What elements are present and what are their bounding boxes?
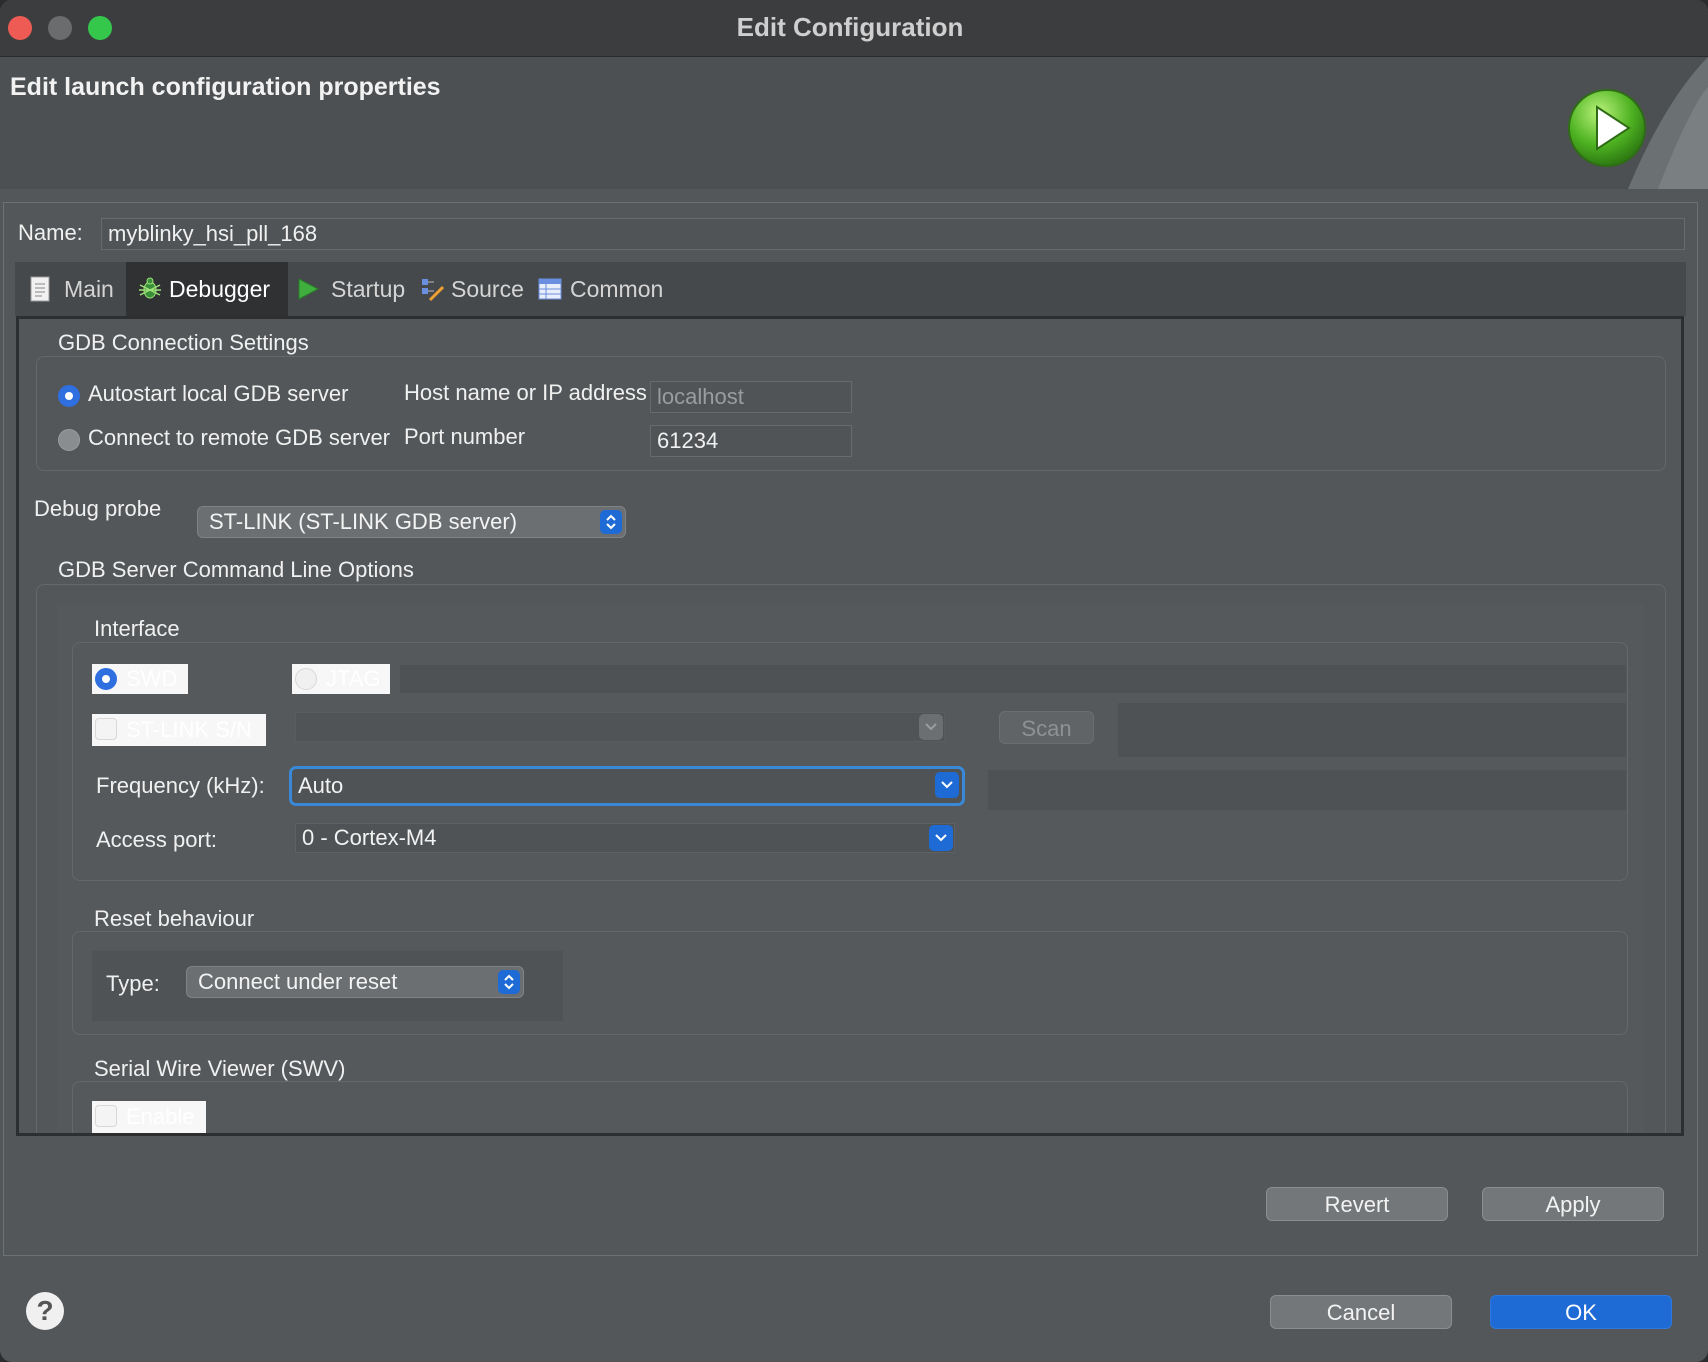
- remote-server-radio[interactable]: [58, 429, 80, 451]
- edit-configuration-window: Edit Configuration Edit launch configura…: [0, 0, 1708, 1362]
- reset-type-value: Connect under reset: [198, 969, 398, 994]
- document-icon: [30, 276, 50, 302]
- chevron-down-icon: [935, 772, 959, 798]
- bug-icon: [139, 277, 161, 299]
- chevron-down-icon: [929, 825, 953, 851]
- scan-button[interactable]: Scan: [999, 711, 1094, 744]
- debug-probe-label: Debug probe: [34, 496, 162, 521]
- stlink-sn-combo[interactable]: [295, 712, 945, 742]
- swd-label: SWD: [126, 666, 178, 691]
- window-title: Edit Configuration: [736, 12, 964, 42]
- access-port-label: Access port:: [96, 827, 218, 852]
- access-port-combo[interactable]: 0 - Cortex-M4: [295, 823, 955, 853]
- autostart-radio[interactable]: [58, 385, 80, 407]
- frequency-value: Auto: [298, 773, 344, 798]
- tab-debugger[interactable]: Debugger: [126, 262, 288, 316]
- host-label: Host name or IP address: [404, 380, 647, 405]
- tab-common[interactable]: Common: [530, 262, 670, 316]
- up-down-arrows-icon: [498, 970, 520, 994]
- reset-title: Reset behaviour: [94, 906, 255, 931]
- stlink-sn-checkbox[interactable]: [95, 718, 117, 740]
- autostart-label[interactable]: Autostart local GDB server: [88, 381, 348, 407]
- access-port-value: 0 - Cortex-M4: [302, 825, 437, 850]
- up-down-arrows-icon: [600, 510, 622, 534]
- gdb-connection-title: GDB Connection Settings: [58, 330, 309, 355]
- port-input[interactable]: 61234: [650, 425, 852, 457]
- frequency-spacer: [988, 770, 1626, 810]
- chevron-down-icon: [919, 714, 943, 740]
- debug-probe-value: ST-LINK (ST-LINK GDB server): [209, 509, 518, 534]
- stlink-sn-label: ST-LINK S/N: [126, 717, 252, 742]
- tab-bar: Main Debugger Startup Source Common: [15, 262, 1686, 316]
- swd-radio[interactable]: [95, 668, 117, 690]
- title-bar[interactable]: Edit Configuration: [0, 0, 1708, 57]
- interface-spacer: [400, 665, 1626, 693]
- swd-option[interactable]: SWD: [92, 664, 188, 694]
- server-options-title: GDB Server Command Line Options: [58, 557, 414, 582]
- swv-enable-label: Enable: [126, 1104, 195, 1129]
- tab-main[interactable]: Main: [15, 262, 126, 316]
- jtag-option[interactable]: JTAG: [292, 664, 390, 694]
- swv-enable-option[interactable]: Enable: [92, 1101, 206, 1133]
- reset-type-label: Type:: [106, 971, 160, 996]
- revert-button[interactable]: Revert: [1266, 1187, 1448, 1221]
- tab-source[interactable]: Source: [412, 262, 530, 316]
- frequency-label: Frequency (kHz):: [96, 773, 265, 798]
- debug-probe-select[interactable]: ST-LINK (ST-LINK GDB server): [197, 506, 626, 538]
- apply-button[interactable]: Apply: [1482, 1187, 1664, 1221]
- help-icon[interactable]: ?: [26, 1292, 64, 1330]
- tab-startup[interactable]: Startup: [288, 262, 412, 316]
- swv-group: [72, 1081, 1628, 1133]
- cancel-button[interactable]: Cancel: [1270, 1295, 1452, 1329]
- debugger-tab-panel: GDB Connection Settings Autostart local …: [16, 316, 1684, 1136]
- dialog-header: Edit launch configuration properties: [0, 57, 1708, 189]
- scan-spacer: [1118, 703, 1626, 757]
- tab-common-label: Common: [570, 276, 664, 302]
- table-icon: [538, 278, 562, 300]
- play-icon: [298, 278, 320, 300]
- header-title: Edit launch configuration properties: [10, 73, 441, 101]
- jtag-label: JTAG: [326, 666, 381, 691]
- swv-enable-checkbox[interactable]: [95, 1105, 117, 1127]
- name-input[interactable]: myblinky_hsi_pll_168: [101, 218, 1685, 250]
- frequency-combo[interactable]: Auto: [289, 766, 965, 806]
- run-configuration-icon: [1568, 89, 1646, 167]
- port-label: Port number: [404, 424, 526, 449]
- tab-startup-label: Startup: [331, 276, 406, 302]
- tab-debugger-label: Debugger: [169, 276, 271, 302]
- swv-title: Serial Wire Viewer (SWV): [94, 1056, 346, 1081]
- ok-button[interactable]: OK: [1490, 1295, 1672, 1329]
- interface-title: Interface: [94, 616, 180, 641]
- jtag-radio[interactable]: [295, 668, 317, 690]
- host-input[interactable]: localhost: [650, 381, 852, 413]
- tab-main-label: Main: [64, 276, 114, 302]
- tab-source-label: Source: [451, 276, 524, 302]
- source-icon: [422, 279, 444, 302]
- stlink-sn-option[interactable]: ST-LINK S/N: [92, 714, 266, 746]
- remote-server-label[interactable]: Connect to remote GDB server: [88, 425, 390, 451]
- name-label: Name:: [18, 220, 83, 245]
- reset-type-select[interactable]: Connect under reset: [186, 966, 524, 998]
